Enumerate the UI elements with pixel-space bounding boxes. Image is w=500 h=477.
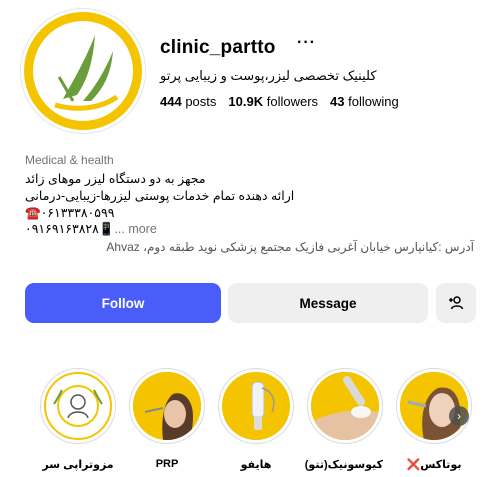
profile-category: Medical & health bbox=[25, 153, 114, 167]
follow-button[interactable]: Follow bbox=[25, 283, 221, 323]
following-count: 43 bbox=[330, 94, 345, 109]
hifu-device-photo bbox=[222, 372, 290, 440]
cross-mark-icon: ❌ bbox=[406, 459, 421, 471]
leaf-logo-icon bbox=[54, 35, 119, 111]
bio-more-link[interactable]: ... more bbox=[114, 222, 156, 236]
highlight-item[interactable]: PRP bbox=[129, 368, 205, 470]
followers-count: 10.9K bbox=[228, 94, 264, 109]
highlight-label: کیوسونیک(تتو) bbox=[304, 459, 383, 471]
following-stat[interactable]: 43 following bbox=[330, 94, 399, 109]
followers-stat[interactable]: 10.9K followers bbox=[228, 94, 318, 109]
highlight-label: هایفو bbox=[240, 459, 272, 471]
highlight-item[interactable]: هایفو bbox=[218, 368, 294, 471]
cuosonic-photo bbox=[311, 372, 379, 440]
bio-mobile-row: ۰۹۱۶۹۱۶۳۸۲۸📱... more bbox=[25, 221, 157, 237]
chevron-right-icon[interactable]: › bbox=[449, 406, 469, 426]
bio-line: مجهز به دو دستگاه لیزر موهای زائد bbox=[25, 172, 206, 186]
highlight-label-text: بوتاکس bbox=[420, 459, 462, 471]
highlight-item[interactable]: مزوتراپی سر bbox=[40, 368, 116, 471]
more-options-icon[interactable]: ··· bbox=[297, 34, 316, 52]
profile-stats: 444 posts 10.9K followers 43 following bbox=[160, 94, 399, 109]
highlight-label: بوتاکس❌ bbox=[396, 458, 472, 471]
hair-treatment-icon bbox=[44, 372, 112, 440]
full-name: کلینیک تخصصی لیزر،پوست و زیبایی پرتو bbox=[160, 68, 377, 83]
bio-address: آدرس :کیانپارس خیابان آغربی فازیک مجتمع … bbox=[106, 240, 474, 254]
highlight-item[interactable]: کیوسونیک(تتو) bbox=[304, 368, 383, 471]
posts-label: posts bbox=[185, 94, 217, 109]
message-button[interactable]: Message bbox=[228, 283, 428, 323]
add-user-icon bbox=[449, 296, 464, 310]
profile-avatar[interactable] bbox=[20, 8, 146, 134]
prp-photo bbox=[133, 372, 201, 440]
followers-label: followers bbox=[266, 94, 319, 109]
highlight-label: مزوتراپی سر bbox=[42, 459, 114, 471]
posts-count: 444 bbox=[160, 94, 182, 109]
clinic-logo bbox=[24, 12, 142, 130]
bio-phone: ☎️۰۶۱۳۳۳۸۰۵۹۹ bbox=[25, 206, 115, 220]
posts-stat[interactable]: 444 posts bbox=[160, 94, 216, 109]
username: clinic_partto bbox=[160, 37, 276, 58]
bio-line: ارائه دهنده تمام خدمات پوستی لیزرها-زیبا… bbox=[25, 189, 295, 203]
bio-mobile: ۰۹۱۶۹۱۶۳۸۲۸📱 bbox=[25, 222, 115, 236]
suggested-users-button[interactable] bbox=[436, 283, 476, 323]
following-label: following bbox=[348, 94, 399, 109]
highlight-label: PRP bbox=[155, 458, 179, 470]
